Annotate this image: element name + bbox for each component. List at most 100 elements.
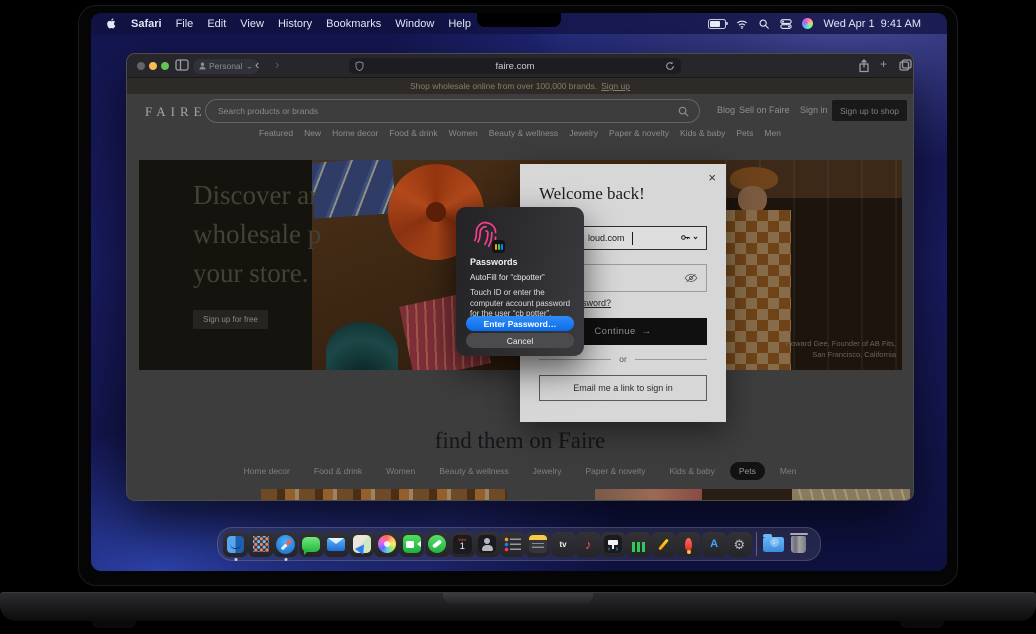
promo-banner-signup-link[interactable]: Sign up xyxy=(601,81,630,91)
nav-home-decor[interactable]: Home decor xyxy=(332,128,378,138)
sidebar-icon[interactable] xyxy=(175,59,189,71)
pill-pets-active[interactable]: Pets xyxy=(729,462,765,480)
nav-featured[interactable]: Featured xyxy=(259,128,293,138)
modal-title: Welcome back! xyxy=(539,184,645,203)
dock-contacts-icon[interactable] xyxy=(474,527,500,561)
pill-paper-novelty[interactable]: Paper & novelty xyxy=(576,462,654,480)
apple-menu-icon[interactable] xyxy=(106,17,117,30)
email-link-button[interactable]: Email me a link to sign in xyxy=(539,375,707,401)
dock-photos-icon[interactable] xyxy=(374,527,400,561)
spotlight-search-icon[interactable] xyxy=(758,18,770,30)
menu-window[interactable]: Window xyxy=(395,18,434,30)
dock-messages-icon[interactable] xyxy=(298,527,324,561)
pill-home-decor[interactable]: Home decor xyxy=(235,462,299,480)
dock-calendar-icon[interactable]: Wed 1 xyxy=(449,527,475,561)
running-indicator xyxy=(284,558,288,561)
new-tab-icon[interactable]: + xyxy=(880,57,887,71)
tab-overview-icon[interactable] xyxy=(899,59,912,71)
faire-logo[interactable]: FAIRE xyxy=(145,104,207,120)
pill-men[interactable]: Men xyxy=(771,462,806,480)
autofill-key-icon[interactable] xyxy=(680,232,698,243)
bottom-category-pills: Home decor Food & drink Women Beauty & w… xyxy=(127,462,913,480)
dock-numbers-icon[interactable] xyxy=(626,527,652,561)
control-center-icon[interactable] xyxy=(780,18,793,30)
sell-on-faire-link[interactable]: Sell on Faire xyxy=(739,105,790,115)
enter-password-button[interactable]: Enter Password… xyxy=(466,316,574,331)
dock-rocket-icon[interactable] xyxy=(676,527,702,561)
nav-beauty-wellness[interactable]: Beauty & wellness xyxy=(489,128,558,138)
dock-finder-icon[interactable] xyxy=(223,527,249,561)
dock-pages-icon[interactable] xyxy=(651,527,677,561)
section-heading: find them on Faire xyxy=(434,428,606,453)
blog-link[interactable]: Blog xyxy=(717,105,735,115)
pill-women[interactable]: Women xyxy=(377,462,424,480)
nav-jewelry[interactable]: Jewelry xyxy=(569,128,598,138)
dock-app-store-icon[interactable]: A xyxy=(701,527,727,561)
nav-paper-novelty[interactable]: Paper & novelty xyxy=(609,128,669,138)
dock-music-icon[interactable]: ♪ xyxy=(575,527,601,561)
photo-caption: Howard Gee, Founder of AB Fits, San Fran… xyxy=(786,338,896,360)
wifi-icon[interactable] xyxy=(736,18,748,30)
nav-new[interactable]: New xyxy=(304,128,321,138)
close-window-button[interactable] xyxy=(137,62,145,70)
nav-kids-baby[interactable]: Kids & baby xyxy=(680,128,725,138)
siri-icon[interactable] xyxy=(802,18,814,29)
dock-reminders-icon[interactable] xyxy=(500,527,526,561)
laptop-foot xyxy=(92,621,136,628)
site-search-input[interactable]: Search products or brands xyxy=(205,99,700,123)
chevron-down-icon: ⌄ xyxy=(245,61,254,70)
product-image-strip xyxy=(261,489,507,500)
nav-women[interactable]: Women xyxy=(449,128,478,138)
address-bar[interactable]: faire.com xyxy=(349,58,681,74)
dock-settings-icon[interactable]: ⚙ xyxy=(726,527,752,561)
cancel-button[interactable]: Cancel xyxy=(466,333,574,348)
dock-trash-icon[interactable] xyxy=(786,527,811,561)
menu-view[interactable]: View xyxy=(240,18,264,30)
close-icon[interactable]: × xyxy=(708,170,716,185)
menu-file[interactable]: File xyxy=(176,18,194,30)
privacy-shield-icon[interactable] xyxy=(355,61,364,71)
dock-facetime-icon[interactable] xyxy=(399,527,425,561)
menu-safari[interactable]: Safari xyxy=(131,18,162,30)
hero-heading: Discover ar wholesale p your store. xyxy=(193,176,453,293)
nav-pets[interactable]: Pets xyxy=(736,128,753,138)
battery-icon[interactable] xyxy=(708,18,729,29)
photo-founder-face xyxy=(738,186,767,213)
menu-bookmarks[interactable]: Bookmarks xyxy=(326,18,381,30)
nav-food-drink[interactable]: Food & drink xyxy=(389,128,437,138)
pill-kids-baby[interactable]: Kids & baby xyxy=(661,462,724,480)
back-button[interactable]: ‹ xyxy=(255,57,259,72)
nav-men[interactable]: Men xyxy=(764,128,781,138)
reload-icon[interactable] xyxy=(665,61,675,71)
pill-food-drink[interactable]: Food & drink xyxy=(305,462,371,480)
profile-label: Personal xyxy=(209,61,243,71)
share-icon[interactable] xyxy=(858,59,870,73)
profile-chip[interactable]: Personal ⌄ xyxy=(193,58,260,74)
menu-help[interactable]: Help xyxy=(448,18,471,30)
sign-up-free-button[interactable]: Sign up for free xyxy=(193,310,268,329)
show-password-eye-icon[interactable] xyxy=(684,273,698,283)
menu-edit[interactable]: Edit xyxy=(207,18,226,30)
sign-up-to-shop-button[interactable]: Sign up to shop xyxy=(832,100,907,121)
dock-phone-icon[interactable] xyxy=(424,527,450,561)
menu-history[interactable]: History xyxy=(278,18,312,30)
dock-tv-icon[interactable]: tv xyxy=(550,527,576,561)
sign-in-link[interactable]: Sign in xyxy=(800,105,828,115)
dialog-subtitle: AutoFill for “cbpotter” xyxy=(470,273,545,282)
dock-notes-icon[interactable] xyxy=(525,527,551,561)
menu-bar-clock[interactable]: Wed Apr 1 9:41 AM xyxy=(823,18,921,30)
site-search-placeholder: Search products or brands xyxy=(218,106,319,116)
zoom-window-button[interactable] xyxy=(161,62,169,70)
dock-downloads-folder-icon[interactable] xyxy=(761,527,786,561)
safari-toolbar: Personal ⌄ ‹ › faire.com + xyxy=(127,54,913,78)
minimize-window-button[interactable] xyxy=(149,62,157,70)
pill-jewelry[interactable]: Jewelry xyxy=(524,462,571,480)
pill-beauty-wellness[interactable]: Beauty & wellness xyxy=(430,462,517,480)
dock-safari-icon[interactable] xyxy=(273,527,299,561)
dock-keynote-icon[interactable] xyxy=(600,527,626,561)
forward-button[interactable]: › xyxy=(275,57,279,72)
dock-mail-icon[interactable] xyxy=(323,527,349,561)
dock-maps-icon[interactable] xyxy=(349,527,375,561)
hero-heading-line: your store. xyxy=(193,258,309,288)
dock-launchpad-icon[interactable] xyxy=(248,527,274,561)
